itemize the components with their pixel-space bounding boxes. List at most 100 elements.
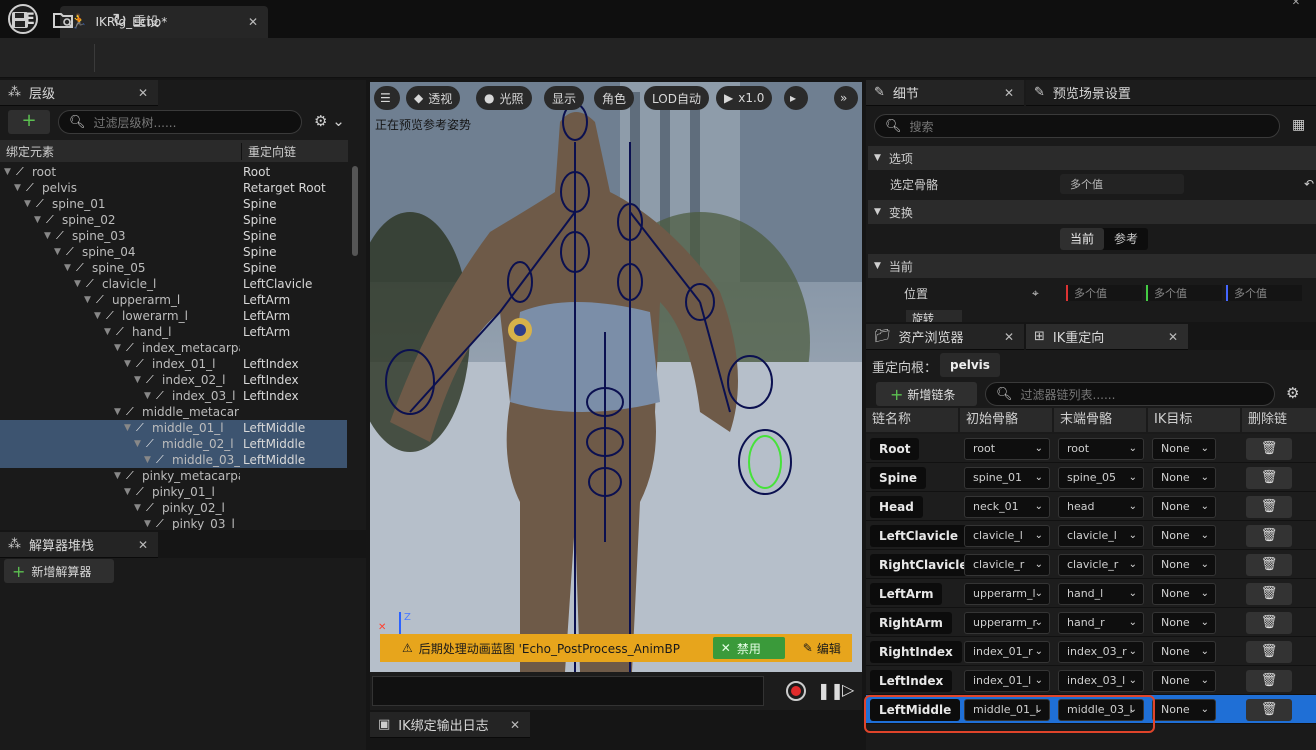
record-button[interactable] [786,681,806,701]
reset-button[interactable]: ↻ 重设 [112,8,159,32]
chain-name-field[interactable]: Root [870,438,920,460]
expand-arrow-icon[interactable]: ▼ [114,340,121,356]
step-forward-icon[interactable]: ▷ [842,680,854,699]
close-retarget-icon[interactable]: ✕ [1168,330,1178,344]
add-chain-button[interactable]: + 新增链条 [876,382,977,406]
chain-goal-dropdown[interactable]: None ⌄ [1152,525,1216,547]
chain-goal-dropdown[interactable]: None ⌄ [1152,612,1216,634]
expand-arrow-icon[interactable]: ▼ [94,308,101,324]
delete-chain-icon[interactable]: 🗑︎ [1246,641,1292,663]
expand-arrow-icon[interactable]: ▼ [104,324,111,340]
chain-start-dropdown[interactable]: upperarm_l ⌄ [964,583,1050,605]
chain-search-input[interactable]: 🔍︎ 过滤器链列表...... [985,382,1275,406]
tree-row[interactable]: ▼ ⟋ spine_03 Spine [0,228,347,244]
chain-name-field[interactable]: LeftClavicle [870,525,968,547]
tree-row[interactable]: ▼ ⟋ spine_01 Spine [0,196,347,212]
tree-row[interactable]: ▼ ⟋ spine_02 Spine [0,212,347,228]
edit-button[interactable]: ✎ 编辑 [795,637,849,659]
close-asset-browser-icon[interactable]: ✕ [1004,330,1014,344]
chain-end-dropdown[interactable]: root ⌄ [1058,438,1144,460]
chain-end-dropdown[interactable]: hand_r ⌄ [1058,612,1144,634]
delete-chain-icon[interactable]: 🗑︎ [1246,467,1292,489]
save-button[interactable] [10,8,30,32]
tree-row[interactable]: ▼ ⟋ clavicle_l LeftClavicle [0,276,347,292]
chain-end-dropdown[interactable]: head ⌄ [1058,496,1144,518]
tree-row[interactable]: ▼ ⟋ middle_metacarpa [0,404,347,420]
timeline-scrubber[interactable] [372,676,764,706]
chain-name-field[interactable]: LeftArm [870,583,943,605]
expand-arrow-icon[interactable]: ▼ [74,276,81,292]
chain-goal-dropdown[interactable]: None ⌄ [1152,438,1216,460]
chain-row[interactable]: LeftClavicle clavicle_l ⌄ clavicle_l ⌄ None ⌄ 🗑… [866,521,1316,550]
chain-row[interactable]: Root root ⌄ root ⌄ None ⌄ 🗑︎ [866,434,1316,463]
add-solver-button[interactable]: + 新增解算器 [4,559,114,583]
delete-chain-icon[interactable]: 🗑︎ [1246,496,1292,518]
viewport-menu-button[interactable]: ☰ [374,86,400,110]
transform-space-icon[interactable]: ⌖ [1032,286,1062,301]
chain-goal-dropdown[interactable]: None ⌄ [1152,641,1216,663]
tree-row[interactable]: ▼ ⟋ middle_02_l LeftMiddle [0,436,347,452]
tree-row[interactable]: ▼ ⟋ spine_05 Spine [0,260,347,276]
tree-row[interactable]: ▼ ⟋ pinky_metacarpa [0,468,347,484]
chain-row[interactable]: RightClavicle clavicle_r ⌄ clavicle_r ⌄ None ⌄… [866,550,1316,579]
chain-goal-dropdown[interactable]: None ⌄ [1152,467,1216,489]
expand-arrow-icon[interactable]: ▼ [134,372,141,388]
tree-row[interactable]: ▼ ⟋ hand_l LeftArm [0,324,347,340]
expand-arrow-icon[interactable]: ▼ [144,388,151,404]
expand-arrow-icon[interactable]: ▼ [124,484,131,500]
chain-row[interactable]: Spine spine_01 ⌄ spine_05 ⌄ None ⌄ 🗑︎ [866,463,1316,492]
chain-goal-dropdown[interactable]: None ⌄ [1152,583,1216,605]
chain-name-field[interactable]: RightIndex [870,641,962,663]
tree-row[interactable]: ▼ ⟋ pinky_01_l [0,484,347,500]
add-element-button[interactable]: + [8,110,50,134]
hierarchy-search-input[interactable]: 🔍︎ 过滤层级树...... [58,110,302,134]
chain-name-field[interactable]: Spine [870,467,927,489]
expand-arrow-icon[interactable]: ▼ [144,452,151,468]
delete-chain-icon[interactable]: 🗑︎ [1246,612,1292,634]
viewport[interactable]: Z ✕ [370,82,862,672]
more-options-button[interactable]: ▸ [784,86,808,110]
position-y-field[interactable]: 多个值 [1146,285,1222,301]
playback-speed-button[interactable]: ▶ x1.0 [716,86,773,110]
chain-name-field[interactable]: RightArm [870,612,952,634]
expand-arrow-icon[interactable]: ▼ [124,356,131,372]
tree-row[interactable]: ▼ ⟋ root Root [0,164,347,180]
settings-gear-icon[interactable]: ⚙ ⌄ [314,112,345,130]
tree-row[interactable]: ▼ ⟋ pinky_03_l [0,516,347,530]
chain-row[interactable]: Head neck_01 ⌄ head ⌄ None ⌄ 🗑︎ [866,492,1316,521]
reset-arrow-icon[interactable]: ↶ [1304,177,1314,191]
tree-row[interactable]: ▼ ⟋ upperarm_l LeftArm [0,292,347,308]
tree-row[interactable]: ▼ ⟋ index_metacarpa [0,340,347,356]
chain-goal-dropdown[interactable]: None ⌄ [1152,554,1216,576]
rotation-dropdown[interactable]: 旋转 [906,310,962,322]
hierarchy-scrollbar[interactable] [352,166,358,256]
expand-arrow-icon[interactable]: ▼ [44,228,51,244]
chain-end-dropdown[interactable]: spine_05 ⌄ [1058,467,1144,489]
delete-chain-icon[interactable]: 🗑︎ [1246,670,1292,692]
chain-end-dropdown[interactable]: clavicle_r ⌄ [1058,554,1144,576]
chain-start-dropdown[interactable]: index_01_r ⌄ [964,641,1050,663]
delete-chain-icon[interactable]: 🗑︎ [1246,525,1292,547]
lit-button[interactable]: ● 光照 [476,86,532,110]
expand-arrow-icon[interactable]: ▼ [114,468,121,484]
close-hierarchy-icon[interactable]: ✕ [138,86,148,100]
chain-start-dropdown[interactable]: upperarm_r ⌄ [964,612,1050,634]
chain-name-field[interactable]: Head [870,496,923,518]
tree-row[interactable]: ▼ ⟋ index_02_l LeftIndex [0,372,347,388]
pause-icon[interactable]: ❚❚ [817,681,844,700]
chain-row[interactable]: LeftArm upperarm_l ⌄ hand_l ⌄ None ⌄ 🗑︎ [866,579,1316,608]
disable-button[interactable]: ✕ 禁用 [712,637,785,659]
tree-row[interactable]: ▼ ⟋ spine_04 Spine [0,244,347,260]
perspective-button[interactable]: ◆ 透视 [406,86,461,110]
chain-name-field[interactable]: LeftIndex [870,670,953,692]
expand-arrow-icon[interactable]: ▼ [54,244,61,260]
document-tab[interactable]: 🏃 IKRig_Echo* ✕ [60,6,268,38]
chain-goal-dropdown[interactable]: None ⌄ [1152,670,1216,692]
toggle-reference[interactable]: 参考 [1104,228,1148,250]
expand-arrow-icon[interactable]: ▼ [14,180,21,196]
chain-start-dropdown[interactable]: spine_01 ⌄ [964,467,1050,489]
tree-row[interactable]: ▼ ⟋ middle_03_l LeftMiddle [0,452,347,468]
selected-bone-value[interactable]: 多个值 [1060,174,1184,194]
tab-details[interactable]: ✎ 细节 ✕ [866,80,1024,106]
delete-chain-icon[interactable]: 🗑︎ [1246,699,1292,721]
